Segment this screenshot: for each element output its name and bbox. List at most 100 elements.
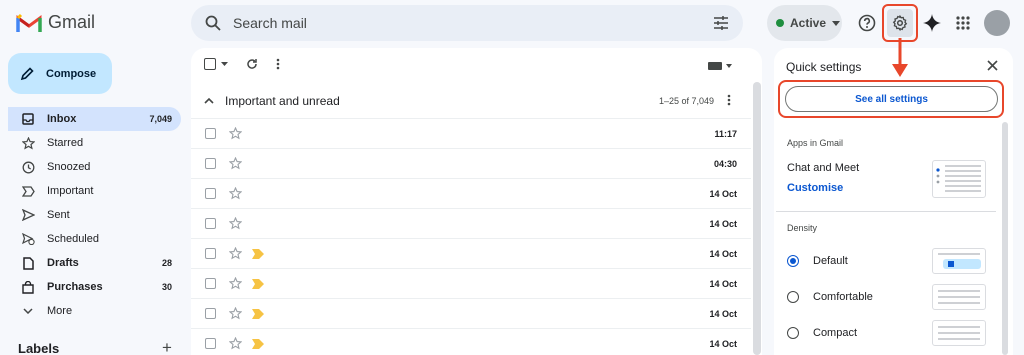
chevron-down-icon [832,20,841,26]
star-icon[interactable] [229,337,242,350]
star-icon[interactable] [229,307,242,320]
sidebar-item-drafts[interactable]: Drafts 28 [8,251,181,275]
star-icon[interactable] [229,187,242,200]
add-label-button[interactable]: + [162,338,172,355]
table-row[interactable]: 14 Oct [191,238,751,268]
sidebar-item-inbox[interactable]: Inbox 7,049 [8,107,181,131]
apps-grid-icon [956,16,970,30]
row-date: 04:30 [713,158,737,169]
table-row[interactable]: 04:30 [191,148,751,178]
row-checkbox[interactable] [205,278,216,289]
pencil-icon [20,66,34,80]
table-row[interactable]: 14 Oct [191,208,751,238]
row-checkbox[interactable] [205,308,216,319]
important-marker-icon[interactable] [252,248,264,259]
important-marker-icon[interactable] [252,278,264,289]
compose-label: Compose [46,67,97,80]
clock-icon [21,160,35,174]
row-date: 11:17 [714,128,737,139]
more-vert-icon[interactable] [724,94,734,106]
logo-text: Gmail [48,12,96,32]
density-radio[interactable] [787,255,799,267]
density-option-label: Default [813,255,848,267]
table-row[interactable]: 11:17 [191,118,751,148]
settings-highlight-box [882,4,918,42]
search-icon[interactable] [205,15,221,31]
star-icon[interactable] [229,127,242,140]
sidebar-item-label: More [47,305,73,317]
sidebar-item-starred[interactable]: Starred [8,131,181,155]
important-marker-icon[interactable] [252,308,264,319]
mail-toolbar [204,58,280,70]
search-bar[interactable] [191,5,743,41]
star-icon[interactable] [229,247,242,260]
labels-heading: Labels [18,341,60,355]
keyboard-icon[interactable] [708,62,732,70]
customise-link[interactable]: Customise [787,182,843,194]
see-all-settings-button[interactable]: See all settings [785,86,998,112]
density-preview-thumbnail [932,284,986,310]
row-date: 14 Oct [709,218,737,229]
star-icon [21,136,35,150]
density-option-label: Compact [813,327,858,339]
table-row[interactable]: 14 Oct [191,298,751,328]
draft-icon [21,256,35,270]
density-radio[interactable] [787,327,799,339]
quick-settings-body: Apps in Gmail Chat and Meet Customise De… [776,123,996,355]
chevron-down-icon[interactable] [221,62,228,66]
table-row[interactable]: 14 Oct [191,178,751,208]
row-checkbox[interactable] [205,248,216,259]
scheduled-icon [21,232,35,246]
row-checkbox[interactable] [205,218,216,229]
chevron-down-icon [21,304,35,318]
chat-meet-label: Chat and Meet [787,162,860,174]
sidebar-item-important[interactable]: Important [8,179,181,203]
gmail-logo[interactable]: Gmail [16,12,95,33]
help-icon [858,14,876,32]
star-icon[interactable] [229,277,242,290]
sidebar-item-label: Starred [47,137,84,149]
compose-button[interactable]: Compose [8,53,112,94]
mail-list-scrollbar[interactable] [753,82,761,355]
search-input[interactable] [233,15,713,31]
sidebar-item-label: Inbox [47,113,77,125]
sidebar-item-label: Scheduled [47,233,99,245]
sidebar-item-snoozed[interactable]: Snoozed [8,155,181,179]
sidebar-item-label: Sent [47,209,70,221]
quick-settings-scrollbar[interactable] [1002,122,1008,355]
important-marker-icon[interactable] [252,338,264,349]
sidebar-item-count: 28 [161,258,172,268]
refresh-icon[interactable] [246,58,258,70]
sidebar-item-scheduled[interactable]: Scheduled [8,227,181,251]
table-row[interactable]: 14 Oct [191,268,751,298]
sidebar-item-purchases[interactable]: Purchases 30 [8,275,181,299]
row-checkbox[interactable] [205,128,216,139]
row-checkbox[interactable] [205,158,216,169]
sidebar-item-count: 7,049 [149,114,172,124]
sidebar-item-label: Important [47,185,94,197]
avatar[interactable] [984,10,1010,36]
sidebar-item-sent[interactable]: Sent [8,203,181,227]
apps-heading: Apps in Gmail [787,138,844,148]
sidebar-item-label: Snoozed [47,161,91,173]
sidebar-item-more[interactable]: More [8,299,181,323]
row-date: 14 Oct [709,188,737,199]
help-button[interactable] [853,9,881,37]
table-row[interactable]: 14 Oct [191,328,751,355]
star-icon[interactable] [229,217,242,230]
row-checkbox[interactable] [205,338,216,349]
chevron-up-icon[interactable] [203,95,215,107]
search-options-icon[interactable] [713,16,729,30]
star-icon[interactable] [229,157,242,170]
row-date: 14 Oct [709,338,737,349]
more-vert-icon[interactable] [276,58,280,70]
row-checkbox[interactable] [205,188,216,199]
select-all-checkbox[interactable] [204,58,216,70]
gemini-sparkle-icon [923,14,941,32]
status-dropdown[interactable]: Active [767,5,842,41]
close-icon[interactable] [987,60,998,71]
density-radio[interactable] [787,291,799,303]
apps-preview-thumbnail [932,160,986,198]
gemini-button[interactable] [918,9,946,37]
apps-button[interactable] [949,9,977,37]
